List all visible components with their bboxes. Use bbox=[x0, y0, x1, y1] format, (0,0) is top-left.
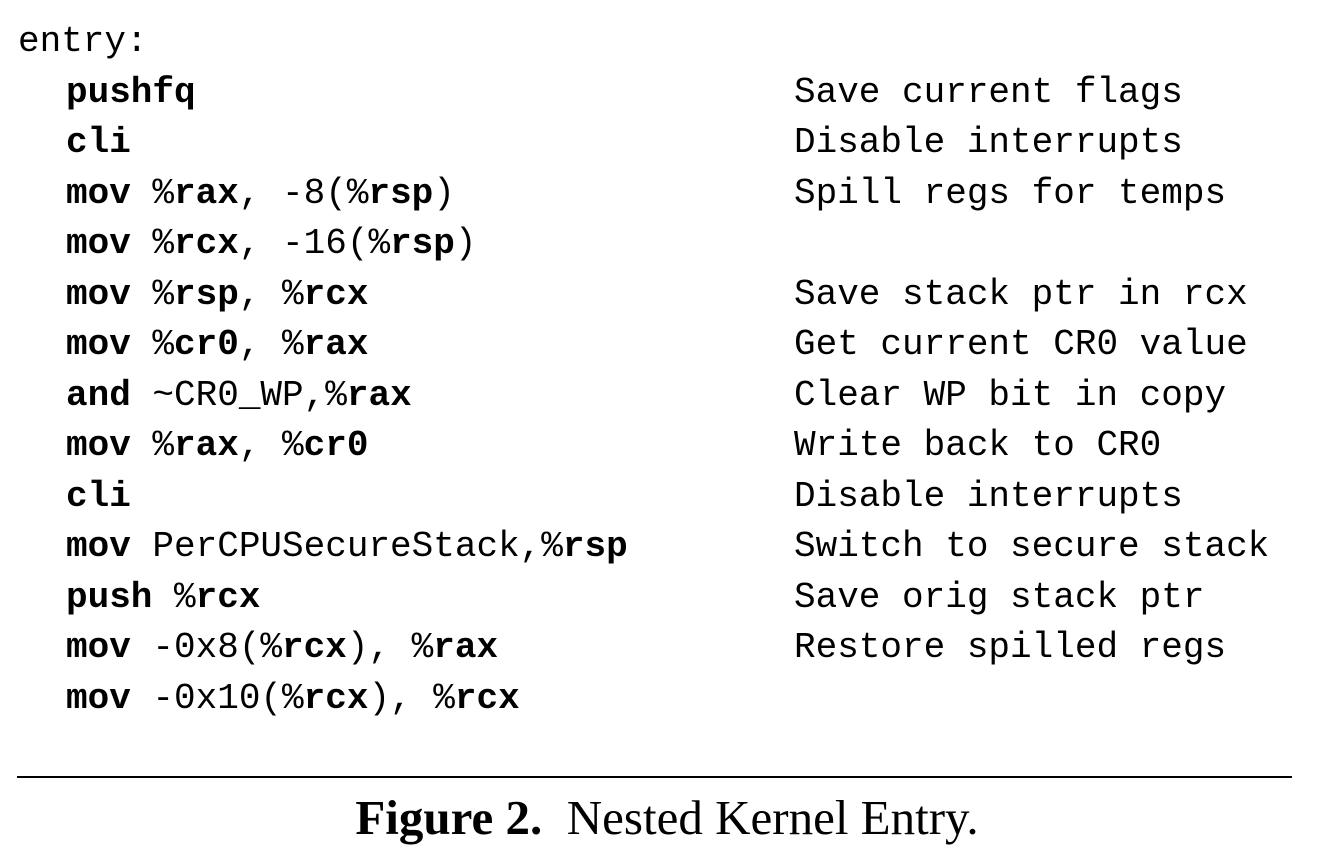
instruction: mov %rsp, %rcx bbox=[66, 270, 368, 321]
figure-caption: Figure 2. Nested Kernel Entry. bbox=[0, 788, 1334, 848]
opcode: mov bbox=[66, 627, 131, 668]
register: rcx bbox=[303, 677, 369, 719]
line-comment: Disable interrupts bbox=[794, 122, 1183, 163]
line-comment: Disable interrupts bbox=[794, 475, 1183, 517]
opcode: mov bbox=[66, 172, 131, 214]
line-comment: Get current CR0 value bbox=[794, 324, 1248, 365]
caption-rule bbox=[17, 776, 1292, 778]
register: rcx bbox=[303, 273, 369, 315]
register: rax bbox=[174, 425, 239, 466]
opcode: mov bbox=[66, 425, 131, 466]
register: rcx bbox=[454, 677, 520, 719]
register: rsp bbox=[174, 273, 239, 315]
operand-text: ), % bbox=[368, 677, 455, 719]
operand-text: % bbox=[130, 172, 175, 214]
operand-text: PerCPUSecureStack,% bbox=[130, 526, 563, 567]
operand-text: % bbox=[130, 223, 175, 264]
operand-text: % bbox=[130, 273, 175, 315]
opcode: pushfq bbox=[66, 71, 196, 113]
register: cr0 bbox=[174, 324, 239, 365]
instruction: mov -0x8(%rcx), %rax bbox=[66, 623, 498, 674]
register: rcx bbox=[174, 223, 239, 264]
register: rax bbox=[174, 172, 239, 214]
operand-text: -0x8(% bbox=[130, 627, 283, 668]
line-comment: Save orig stack ptr bbox=[794, 576, 1205, 618]
instruction: mov PerCPUSecureStack,%rsp bbox=[66, 522, 628, 573]
opcode: cli bbox=[66, 475, 131, 517]
code-line: mov -0x8(%rcx), %rax Restore spilled regs bbox=[18, 623, 1318, 674]
instruction: mov -0x10(%rcx), %rcx bbox=[66, 674, 520, 725]
code-line: push %rcx Save orig stack ptr bbox=[18, 573, 1318, 624]
figure-title: Nested Kernel Entry. bbox=[566, 790, 979, 845]
opcode: mov bbox=[66, 677, 131, 719]
figure-label: Figure 2. bbox=[355, 790, 543, 845]
operand-text: % bbox=[130, 425, 175, 466]
register: rsp bbox=[562, 526, 628, 567]
instruction: pushfq bbox=[66, 68, 196, 119]
opcode: mov bbox=[66, 324, 131, 365]
code-line: mov PerCPUSecureStack,%rsp Switch to secu… bbox=[18, 522, 1318, 573]
operand-text: , % bbox=[238, 425, 304, 466]
instruction: mov %rax, %cr0 bbox=[66, 421, 368, 472]
code-listing: entry: pushfq Save current flags cli Disabl… bbox=[18, 17, 1318, 724]
register: rax bbox=[303, 324, 369, 365]
register: rsp bbox=[390, 223, 455, 264]
opcode: mov bbox=[66, 223, 131, 264]
operand-text: ~CR0_WP,% bbox=[130, 374, 347, 416]
instruction: mov %rcx, -16(%rsp) bbox=[66, 219, 477, 270]
line-comment: Restore spilled regs bbox=[794, 627, 1227, 668]
code-lines: pushfq Save current flags cli Disable inter… bbox=[18, 68, 1318, 725]
operand-text: ), % bbox=[346, 627, 434, 668]
opcode: cli bbox=[66, 122, 131, 163]
code-line: mov %rax, -8(%rsp) Spill regs for temps bbox=[18, 169, 1318, 220]
line-comment: Switch to secure stack bbox=[794, 526, 1270, 567]
register: rax bbox=[346, 374, 412, 416]
code-line: mov -0x10(%rcx), %rcx bbox=[18, 674, 1318, 725]
operand-text: , % bbox=[238, 273, 304, 315]
line-comment: Clear WP bit in copy bbox=[794, 374, 1227, 416]
register: rax bbox=[433, 627, 499, 668]
register: rcx bbox=[195, 576, 261, 618]
entry-label-line: entry: bbox=[18, 17, 1318, 68]
opcode: mov bbox=[66, 526, 131, 567]
code-line: cli Disable interrupts bbox=[18, 472, 1318, 523]
instruction: cli bbox=[66, 118, 131, 169]
code-line: cli Disable interrupts bbox=[18, 118, 1318, 169]
operand-text: % bbox=[130, 324, 175, 365]
opcode: push bbox=[66, 576, 153, 618]
register: cr0 bbox=[303, 425, 369, 466]
operand-text: ) bbox=[454, 223, 477, 264]
instruction: mov %rax, -8(%rsp) bbox=[66, 169, 455, 220]
line-comment: Write back to CR0 bbox=[794, 425, 1162, 466]
operand-text: , % bbox=[238, 324, 304, 365]
code-line: mov %rax, %cr0 Write back to CR0 bbox=[18, 421, 1318, 472]
entry-label: entry: bbox=[18, 21, 148, 62]
operand-text: % bbox=[152, 576, 196, 618]
code-line: mov %rcx, -16(%rsp) bbox=[18, 219, 1318, 270]
operand-text: ) bbox=[433, 172, 455, 214]
operand-text: , -16(% bbox=[238, 223, 391, 264]
line-comment: Spill regs for temps bbox=[794, 172, 1227, 214]
code-line: pushfq Save current flags bbox=[18, 68, 1318, 119]
instruction: cli bbox=[66, 472, 131, 523]
instruction: mov %cr0, %rax bbox=[66, 320, 368, 371]
line-comment: Save stack ptr in rcx bbox=[794, 273, 1248, 315]
code-line: and ~CR0_WP,%rax Clear WP bit in copy bbox=[18, 371, 1318, 422]
instruction: and ~CR0_WP,%rax bbox=[66, 371, 412, 422]
register: rcx bbox=[282, 627, 347, 668]
instruction: push %rcx bbox=[66, 573, 260, 624]
line-comment: Save current flags bbox=[794, 71, 1183, 113]
register: rsp bbox=[368, 172, 434, 214]
opcode: and bbox=[66, 374, 131, 416]
operand-text: , -8(% bbox=[238, 172, 369, 214]
code-line: mov %rsp, %rcx Save stack ptr in rcx bbox=[18, 270, 1318, 321]
operand-text: -0x10(% bbox=[130, 677, 304, 719]
opcode: mov bbox=[66, 273, 131, 315]
code-line: mov %cr0, %rax Get current CR0 value bbox=[18, 320, 1318, 371]
